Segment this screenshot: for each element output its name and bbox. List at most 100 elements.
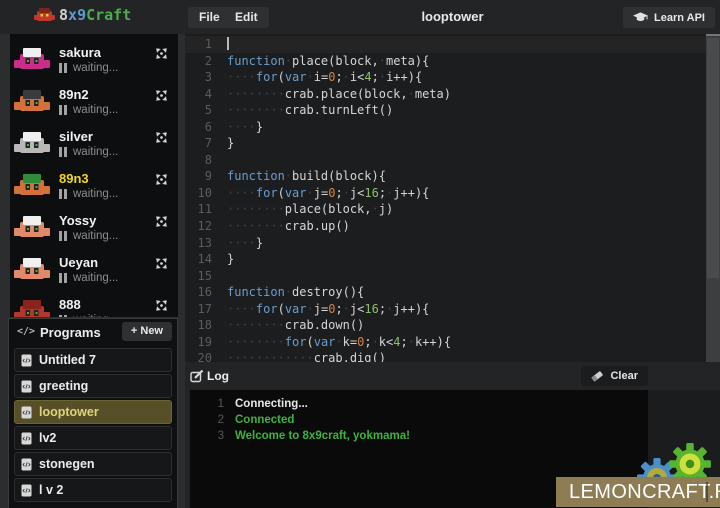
- logo-char: x: [68, 6, 77, 24]
- line-number: 3: [185, 69, 221, 86]
- line-number: 15: [185, 268, 221, 285]
- player-name: Yossy: [59, 213, 118, 228]
- line-number: 8: [185, 152, 221, 169]
- player-status: waiting...: [59, 314, 118, 318]
- code-text: function·destroy(){: [221, 285, 364, 299]
- caret-mark: [706, 482, 708, 502]
- move-icon[interactable]: [154, 172, 169, 187]
- programs-list: Untitled 7 greeting looptower lv2 stoneg…: [9, 348, 177, 502]
- program-item[interactable]: looptower: [14, 400, 172, 424]
- programs-title: Programs: [40, 325, 101, 340]
- program-item[interactable]: stonegen: [14, 452, 172, 476]
- line-number: 4: [185, 86, 221, 103]
- player-name: Ueyan: [59, 255, 118, 270]
- code-text: ····for(var·i=0;·i<4;·i++){: [221, 70, 422, 84]
- logo-char: 8: [59, 6, 68, 24]
- code-text: [221, 153, 227, 167]
- learn-api-label: Learn API: [654, 12, 705, 24]
- logo-char: Craft: [86, 6, 131, 24]
- player-row[interactable]: silver waiting...: [10, 122, 178, 164]
- pause-icon: [59, 105, 67, 115]
- editor-line: 15: [185, 268, 706, 285]
- new-program-button[interactable]: + New: [122, 322, 172, 341]
- editor-line: 5········crab.turnLeft(): [185, 102, 706, 119]
- player-name: 89n2: [59, 87, 118, 102]
- logo: 8x9Craft: [34, 6, 131, 24]
- editor-line: 12········crab.up(): [185, 218, 706, 235]
- pause-icon: [59, 189, 67, 199]
- player-info: silver waiting...: [59, 129, 118, 158]
- program-item[interactable]: greeting: [14, 374, 172, 398]
- code-text: ········place(block,·j): [221, 202, 393, 216]
- editor-line: 2function·place(block,·meta){: [185, 53, 706, 70]
- player-row[interactable]: 89n2 waiting...: [10, 80, 178, 122]
- editor-cursor: [227, 37, 229, 50]
- program-file-icon: [21, 406, 32, 419]
- player-row[interactable]: Yossy waiting...: [10, 206, 178, 248]
- line-number: 9: [185, 168, 221, 185]
- editor-scrollbar[interactable]: [706, 34, 720, 362]
- code-editor[interactable]: 12function·place(block,·meta){3····for(v…: [185, 34, 706, 362]
- code-text: ········crab.down(): [221, 318, 364, 332]
- player-info: sakura waiting...: [59, 45, 118, 74]
- move-icon[interactable]: [154, 130, 169, 145]
- editor-line: 16function·destroy(){: [185, 284, 706, 301]
- move-icon[interactable]: [154, 214, 169, 229]
- editor-line: 13····}: [185, 235, 706, 252]
- code-text: ········crab.up(): [221, 219, 350, 233]
- pause-icon: [59, 315, 67, 318]
- program-item[interactable]: lv2: [14, 426, 172, 450]
- program-label: Untitled 7: [39, 353, 96, 367]
- line-number: 11: [185, 201, 221, 218]
- editor-line: 6····}: [185, 119, 706, 136]
- line-number: 20: [185, 350, 221, 362]
- code-text: [221, 37, 229, 51]
- watermark-text: LEMONCRAFT.RU: [569, 481, 720, 504]
- players-panel: sakura waiting...: [10, 34, 178, 317]
- program-file-icon: [21, 380, 32, 393]
- editor-line: 1: [185, 36, 706, 53]
- code-text: ····}: [221, 236, 263, 250]
- player-status-text: waiting...: [73, 230, 118, 242]
- player-status: waiting...: [59, 146, 118, 158]
- code-text: }: [221, 252, 234, 266]
- editor-line: 4········crab.place(block,·meta): [185, 86, 706, 103]
- log-line: 1Connecting...: [190, 396, 648, 412]
- move-icon[interactable]: [154, 46, 169, 61]
- log-line-text: Welcome to 8x9craft, yokmama!: [235, 428, 410, 444]
- player-status: waiting...: [59, 62, 118, 74]
- line-number: 10: [185, 185, 221, 202]
- crab-avatar-icon: [14, 256, 50, 283]
- crab-avatar-icon: [14, 88, 50, 115]
- player-row[interactable]: Ueyan waiting...: [10, 248, 178, 290]
- programs-panel: </> Programs + New Untitled 7 greeting l…: [8, 318, 178, 508]
- menu-edit-button[interactable]: Edit: [224, 7, 269, 28]
- move-icon[interactable]: [154, 88, 169, 103]
- player-row[interactable]: 89n3 waiting...: [10, 164, 178, 206]
- log-line-text: Connecting...: [235, 396, 308, 412]
- crab-avatar-icon: [14, 172, 50, 199]
- line-number: 18: [185, 317, 221, 334]
- program-label: greeting: [39, 379, 88, 393]
- topbar: 8x9Craft File Edit looptower Learn API: [0, 0, 720, 34]
- code-text: ····}: [221, 120, 263, 134]
- player-row[interactable]: 888 waiting...: [10, 290, 178, 317]
- log-line-number: 1: [190, 396, 235, 412]
- program-item[interactable]: l v 2: [14, 478, 172, 502]
- code-text: ············crab.dig(): [221, 351, 386, 362]
- clear-button[interactable]: Clear: [581, 366, 648, 386]
- player-row[interactable]: sakura waiting...: [10, 38, 178, 80]
- pause-icon: [59, 273, 67, 283]
- program-item[interactable]: Untitled 7: [14, 348, 172, 372]
- player-info: 89n2 waiting...: [59, 87, 118, 116]
- player-info: Ueyan waiting...: [59, 255, 118, 284]
- learn-api-button[interactable]: Learn API: [623, 7, 715, 28]
- move-icon[interactable]: [154, 298, 169, 313]
- program-file-icon: [21, 354, 32, 367]
- code-text: function·place(block,·meta){: [221, 54, 429, 68]
- player-status-text: waiting...: [73, 146, 118, 158]
- player-status-text: waiting...: [73, 272, 118, 284]
- scrollbar-thumb[interactable]: [707, 38, 719, 278]
- player-status-text: waiting...: [73, 314, 118, 318]
- move-icon[interactable]: [154, 256, 169, 271]
